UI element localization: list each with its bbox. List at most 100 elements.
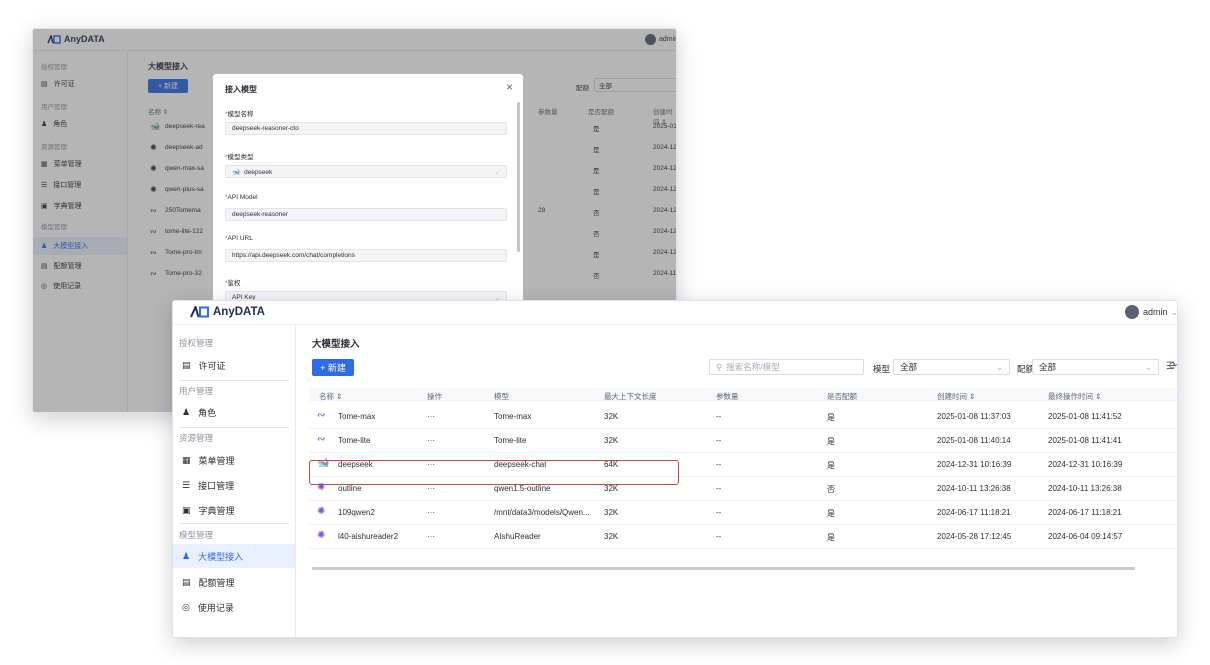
divider bbox=[179, 380, 289, 381]
column-header: 参数量 bbox=[716, 392, 739, 401]
row-more-actions[interactable]: ··· bbox=[427, 508, 435, 517]
sidebar-item-record[interactable]: ◎ 使用记录 bbox=[182, 601, 234, 614]
cell-name: l40-aishureader2 bbox=[338, 532, 399, 541]
row-divider bbox=[309, 524, 1177, 525]
highlight-box bbox=[309, 460, 679, 485]
close-icon[interactable]: × bbox=[506, 80, 513, 94]
row-divider bbox=[309, 428, 1177, 429]
field-label-model-type: *模型类型 bbox=[225, 154, 254, 161]
cell-ctx: 32K bbox=[604, 412, 619, 421]
sidebar-item-label: 菜单管理 bbox=[198, 456, 235, 466]
group-title-auth: 授权管理 bbox=[179, 338, 214, 348]
column-header[interactable]: 名称 ⇕ bbox=[319, 391, 342, 402]
cell-model: qwen1.5-outline bbox=[494, 484, 551, 493]
row-more-actions[interactable]: ··· bbox=[427, 484, 435, 493]
cell-updated: 2024-10-11 13:26:38 bbox=[1048, 484, 1122, 493]
cell-created: 2024-06-17 11:18:21 bbox=[937, 508, 1011, 517]
row-more-actions[interactable]: ··· bbox=[427, 436, 435, 445]
cell-name: Tome-max bbox=[338, 412, 376, 421]
api-url-input[interactable]: https://api.deepseek.com/chat/completion… bbox=[225, 249, 507, 262]
api-model-input[interactable]: deepseek-reasoner bbox=[225, 208, 507, 221]
sidebar-item-quota[interactable]: ▤ 配额管理 bbox=[182, 576, 235, 589]
sidebar-item-menu[interactable]: ▦ 菜单管理 bbox=[182, 454, 235, 467]
cell-quota: 否 bbox=[827, 485, 835, 494]
sidebar-item-model-access[interactable]: ♟ 大模型接入 bbox=[173, 544, 295, 568]
refresh-icon[interactable]: ⟳ bbox=[1169, 361, 1177, 372]
topbar: AnyDATA admin ⌄ bbox=[173, 301, 1177, 325]
cell-params: -- bbox=[716, 436, 722, 445]
cell-ctx: 32K bbox=[604, 508, 619, 517]
column-header[interactable]: 创建时间 ⇕ bbox=[937, 391, 975, 402]
modal-title: 接入模型 bbox=[225, 85, 257, 94]
app-name: AnyDATA bbox=[213, 306, 265, 318]
label-text: API URL bbox=[227, 235, 253, 242]
group-title-user: 用户管理 bbox=[179, 386, 214, 396]
qwen-icon: ✺ bbox=[317, 530, 326, 541]
filter-model-label: 模型 bbox=[873, 364, 891, 374]
sidebar-item-label: 配额管理 bbox=[198, 578, 235, 588]
row-more-actions[interactable]: ··· bbox=[427, 532, 435, 541]
sidebar-item-role[interactable]: ♟ 角色 bbox=[182, 406, 216, 419]
sidebar-item-label: 大模型接入 bbox=[198, 551, 244, 562]
chevron-down-icon: ⌄ bbox=[1170, 306, 1178, 317]
chevron-down-icon: ⌄ bbox=[995, 361, 1003, 372]
logo: AnyDATA bbox=[190, 304, 265, 318]
column-header[interactable]: 最终操作时间 ⇕ bbox=[1048, 391, 1101, 402]
sidebar-item-label: 接口管理 bbox=[198, 481, 235, 491]
user-avatar-icon bbox=[1125, 305, 1139, 319]
row-divider bbox=[309, 452, 1177, 453]
row-more-actions[interactable]: ··· bbox=[427, 412, 435, 421]
sidebar-item-license[interactable]: ▤ 许可证 bbox=[182, 359, 226, 372]
cell-params: -- bbox=[716, 508, 722, 517]
tome-icon: ∾ bbox=[317, 434, 326, 445]
divider bbox=[179, 427, 289, 428]
label-text: 模型类型 bbox=[227, 154, 254, 161]
user-menu[interactable]: admin ⌄ bbox=[1125, 305, 1178, 319]
menu-icon: ▦ bbox=[182, 455, 191, 465]
cell-name: 109qwen2 bbox=[338, 508, 375, 517]
chevron-down-icon: ⌄ bbox=[1144, 361, 1152, 372]
search-placeholder: 搜索名称/模型 bbox=[726, 362, 780, 372]
filter-model-value: 全部 bbox=[900, 362, 918, 372]
filter-quota-select[interactable]: 全部 ⌄ bbox=[1032, 359, 1159, 375]
cell-updated: 2024-06-17 11:18:21 bbox=[1048, 508, 1122, 517]
sidebar-item-api[interactable]: ☰ 接口管理 bbox=[182, 479, 234, 492]
cell-model: Tome-max bbox=[494, 412, 532, 421]
cell-ctx: 32K bbox=[604, 484, 619, 493]
cell-model: Tome-lite bbox=[494, 436, 527, 445]
new-button[interactable]: + 新建 bbox=[312, 359, 354, 376]
chevron-down-icon: ⌄ bbox=[494, 168, 500, 176]
horizontal-scrollbar[interactable] bbox=[312, 567, 1135, 570]
sidebar: 授权管理 ▤ 许可证 用户管理 ♟ 角色 资源管理 ▦ 菜单管理 ☰ 接口管理 ▣ 字典管… bbox=[173, 325, 296, 637]
model-type-select[interactable]: 🐋 deepseek ⌄ bbox=[225, 165, 507, 178]
cell-ctx: 32K bbox=[604, 532, 619, 541]
row-divider bbox=[309, 548, 1177, 549]
label-text: 鉴权 bbox=[227, 280, 241, 287]
search-input[interactable]: ⚲ 搜索名称/模型 bbox=[709, 359, 864, 375]
access-model-modal: 接入模型 × *模型名称 deepseek-reasoner-cto *模型类型… bbox=[213, 74, 523, 314]
row-divider bbox=[309, 500, 1177, 501]
cell-updated: 2025-01-08 11:41:41 bbox=[1048, 436, 1122, 445]
group-title-model: 模型管理 bbox=[179, 530, 214, 540]
modal-scrollbar[interactable] bbox=[517, 102, 520, 252]
label-text: 模型名称 bbox=[227, 111, 254, 118]
column-header: 模型 bbox=[494, 392, 509, 401]
field-label-api-model: *API Model bbox=[225, 194, 258, 201]
model-icon: ♟ bbox=[182, 550, 191, 561]
cell-name: outline bbox=[338, 484, 362, 493]
quota-icon: ▤ bbox=[182, 577, 191, 587]
api-icon: ☰ bbox=[182, 480, 191, 490]
field-label-auth: *鉴权 bbox=[225, 280, 241, 287]
license-icon: ▤ bbox=[182, 360, 191, 370]
cell-model: /mnt/data3/models/Qwen... bbox=[494, 508, 590, 517]
model-name-input[interactable]: deepseek-reasoner-cto bbox=[225, 122, 507, 135]
cell-updated: 2024-12-31 10:16:39 bbox=[1048, 460, 1123, 469]
cell-quota: 是 bbox=[827, 461, 835, 470]
cell-updated: 2024-06-04 09:14:57 bbox=[1048, 532, 1123, 541]
cell-params: -- bbox=[716, 532, 722, 541]
filter-model-select[interactable]: 全部 ⌄ bbox=[893, 359, 1010, 375]
dict-icon: ▣ bbox=[182, 505, 191, 515]
sidebar-item-label: 角色 bbox=[198, 408, 217, 418]
cell-params: -- bbox=[716, 460, 722, 469]
sidebar-item-dict[interactable]: ▣ 字典管理 bbox=[182, 504, 235, 517]
